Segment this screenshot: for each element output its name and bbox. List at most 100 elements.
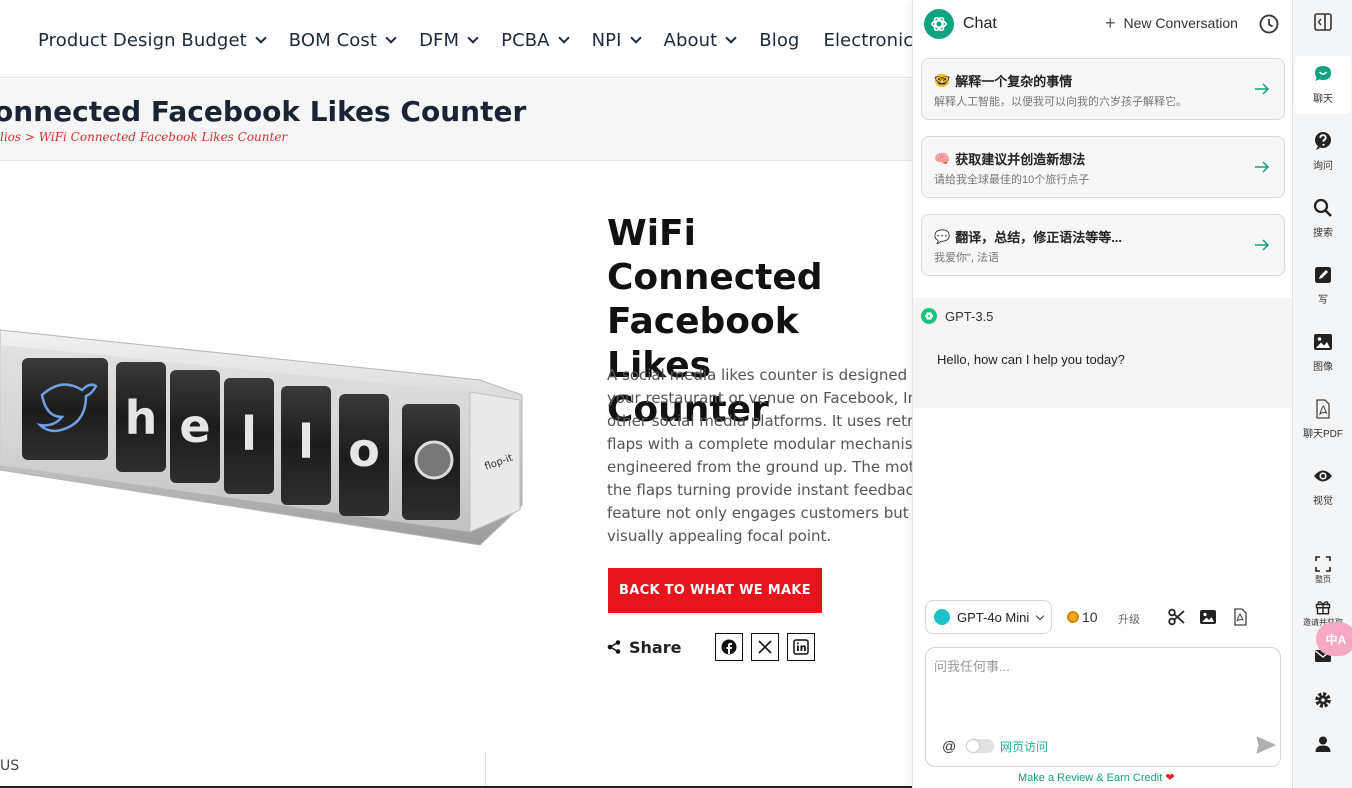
flap-cell: l: [224, 378, 274, 494]
nav-item[interactable]: Blog: [759, 30, 799, 51]
assistant-message: Hello, how can I help you today?: [937, 352, 1125, 367]
chat-bubble-icon: [1315, 66, 1331, 81]
scissors-icon[interactable]: [1168, 608, 1186, 626]
chevron-down-icon: [385, 32, 397, 44]
nav-item-label: DFM: [419, 30, 460, 51]
nav-item-label: Blog: [759, 30, 800, 51]
prompt-card[interactable]: 💬 翻译，总结，修正语法等等... 我爱你", 法语: [921, 214, 1285, 276]
plus-icon: +: [1105, 13, 1116, 33]
back-to-what-we-make-button[interactable]: BACK TO WHAT WE MAKE: [608, 568, 822, 613]
flap-cell: o: [339, 394, 389, 516]
rail-item-label: 聊天: [1313, 94, 1333, 105]
nav-item[interactable]: About: [663, 30, 737, 51]
rail-item[interactable]: 聊天: [1295, 56, 1351, 114]
nav-item-label: PCBA: [501, 30, 550, 51]
pdf-upload-icon[interactable]: [1231, 608, 1249, 626]
translate-bubble-button[interactable]: 中A: [1316, 622, 1352, 656]
web-access-toggle[interactable]: [966, 739, 994, 753]
message-area: GPT-3.5 Hello, how can I help you today?: [913, 298, 1293, 408]
nav-item[interactable]: DFM: [419, 30, 479, 51]
flap-cell: e: [170, 370, 220, 483]
description-line: other social media platforms. It uses re…: [607, 412, 912, 430]
rail-item[interactable]: 搜索: [1293, 190, 1352, 248]
nav-item[interactable]: Product Design Budget: [38, 30, 267, 51]
panel-toggle-icon[interactable]: [1314, 13, 1332, 31]
web-access-label: 网页访问: [1000, 740, 1049, 754]
review-label: Make a Review & Earn Credit: [1018, 772, 1163, 784]
settings-gear-icon[interactable]: [1314, 691, 1332, 709]
rail-item-label: 写: [1318, 295, 1328, 306]
coin-icon: [1067, 611, 1079, 623]
search-icon: [1313, 198, 1332, 217]
user-profile-icon[interactable]: [1314, 735, 1332, 753]
description-line: your restaurant or venue on Facebook, In…: [607, 389, 912, 407]
screen: Product Design Budget BOM Cost DFM PCBA NPI A…: [0, 0, 1352, 788]
chat-input[interactable]: [934, 656, 1272, 726]
mention-button[interactable]: @: [942, 738, 956, 754]
description-line: A social media likes counter is designed…: [607, 366, 912, 384]
prompt-emoji-icon: 🧠: [934, 150, 951, 166]
new-conversation-button[interactable]: + New Conversation: [1105, 13, 1238, 33]
chevron-down-icon: [629, 32, 642, 44]
description-line: engineered from the ground up. The motio…: [607, 458, 912, 476]
rail-item[interactable]: 聊天PDF: [1293, 391, 1352, 449]
flap-cell-bird: [22, 358, 108, 460]
x-icon: [758, 640, 773, 654]
credit-count: 10: [1082, 609, 1098, 625]
description-line: visually appealing focal point.: [607, 527, 832, 545]
prompt-title-text: 解释一个复杂的事情: [955, 74, 1073, 89]
share-icon: [607, 640, 621, 654]
image-upload-icon[interactable]: [1199, 608, 1217, 626]
flap-letter: e: [179, 399, 210, 453]
model-selector[interactable]: GPT-4o Mini: [925, 600, 1052, 634]
pencil-icon: [1315, 267, 1331, 283]
prompt-card-subtitle: 我爱你", 法语: [934, 252, 1000, 264]
nav-menu: Product Design Budget BOM Cost DFM PCBA NPI A…: [38, 30, 977, 51]
product-description: A social media likes counter is designed…: [607, 364, 912, 548]
rail-item[interactable]: 询问: [1293, 123, 1352, 181]
message-model-label: GPT-3.5: [921, 308, 993, 324]
rail-item[interactable]: 图像: [1293, 324, 1352, 382]
gift-icon: [1315, 601, 1331, 615]
nav-item[interactable]: PCBA: [501, 30, 570, 51]
flap-letter: o: [348, 423, 380, 477]
share-row: Share: [607, 633, 823, 661]
eye-icon: [1314, 470, 1332, 482]
make-review-link[interactable]: Make a Review & Earn Credit ❤: [1018, 771, 1175, 784]
message-model-name: GPT-3.5: [945, 308, 994, 324]
history-clock-icon[interactable]: [1259, 14, 1279, 34]
chat-title: Chat: [963, 15, 997, 32]
breadcrumb[interactable]: lios > WiFi Connected Facebook Likes Cou…: [0, 130, 287, 144]
chat-panel: Chat + New Conversation 🤓 解释一个复杂的事情 解释人工智能…: [912, 0, 1293, 788]
share-x-button[interactable]: [751, 633, 780, 661]
page-title: onnected Facebook Likes Counter: [0, 95, 527, 128]
upgrade-button[interactable]: 升级: [1118, 611, 1140, 627]
rail-item-label: 图像: [1313, 362, 1333, 373]
model-selected-label: GPT-4o Mini: [957, 609, 1030, 625]
share-facebook-button[interactable]: [715, 633, 744, 661]
flap-letter: l: [241, 407, 257, 461]
share-linkedin-button[interactable]: [787, 633, 816, 661]
rail-item[interactable]: 视觉: [1293, 458, 1352, 516]
send-icon[interactable]: [1256, 736, 1276, 754]
chat-input-box: @ 网页访问: [925, 647, 1281, 767]
footer-divider: [485, 752, 486, 788]
chat-header: Chat + New Conversation: [913, 0, 1293, 48]
nav-item[interactable]: NPI: [592, 30, 642, 51]
rail-small-item[interactable]: 整页: [1293, 556, 1352, 585]
prompt-card[interactable]: 🤓 解释一个复杂的事情 解释人工智能，以便我可以向我的六岁孩子解释它。: [921, 58, 1285, 120]
pdf-icon: [1316, 399, 1330, 419]
rail-small-label: 整页: [1315, 575, 1331, 584]
rail-item[interactable]: 写: [1293, 257, 1352, 315]
chevron-down-icon: [467, 32, 479, 44]
chevron-down-icon: [255, 32, 267, 44]
sidebar-rail: 聊天 询问 搜索写图像 聊天PDF 视觉 整页 邀请并获取: [1292, 0, 1352, 788]
prompt-card[interactable]: 🧠 获取建议并创造新想法 请给我全球最佳的10个旅行点子: [921, 136, 1285, 198]
flap-cell: h: [116, 362, 166, 472]
chevron-down-icon: [1036, 611, 1045, 620]
product-image: hello flop-it: [0, 329, 523, 546]
prompt-card-title: 🤓 解释一个复杂的事情: [934, 71, 1072, 90]
gpt-logo-icon: [921, 308, 937, 324]
nav-item-label: About: [663, 30, 718, 51]
nav-item[interactable]: BOM Cost: [289, 30, 397, 51]
